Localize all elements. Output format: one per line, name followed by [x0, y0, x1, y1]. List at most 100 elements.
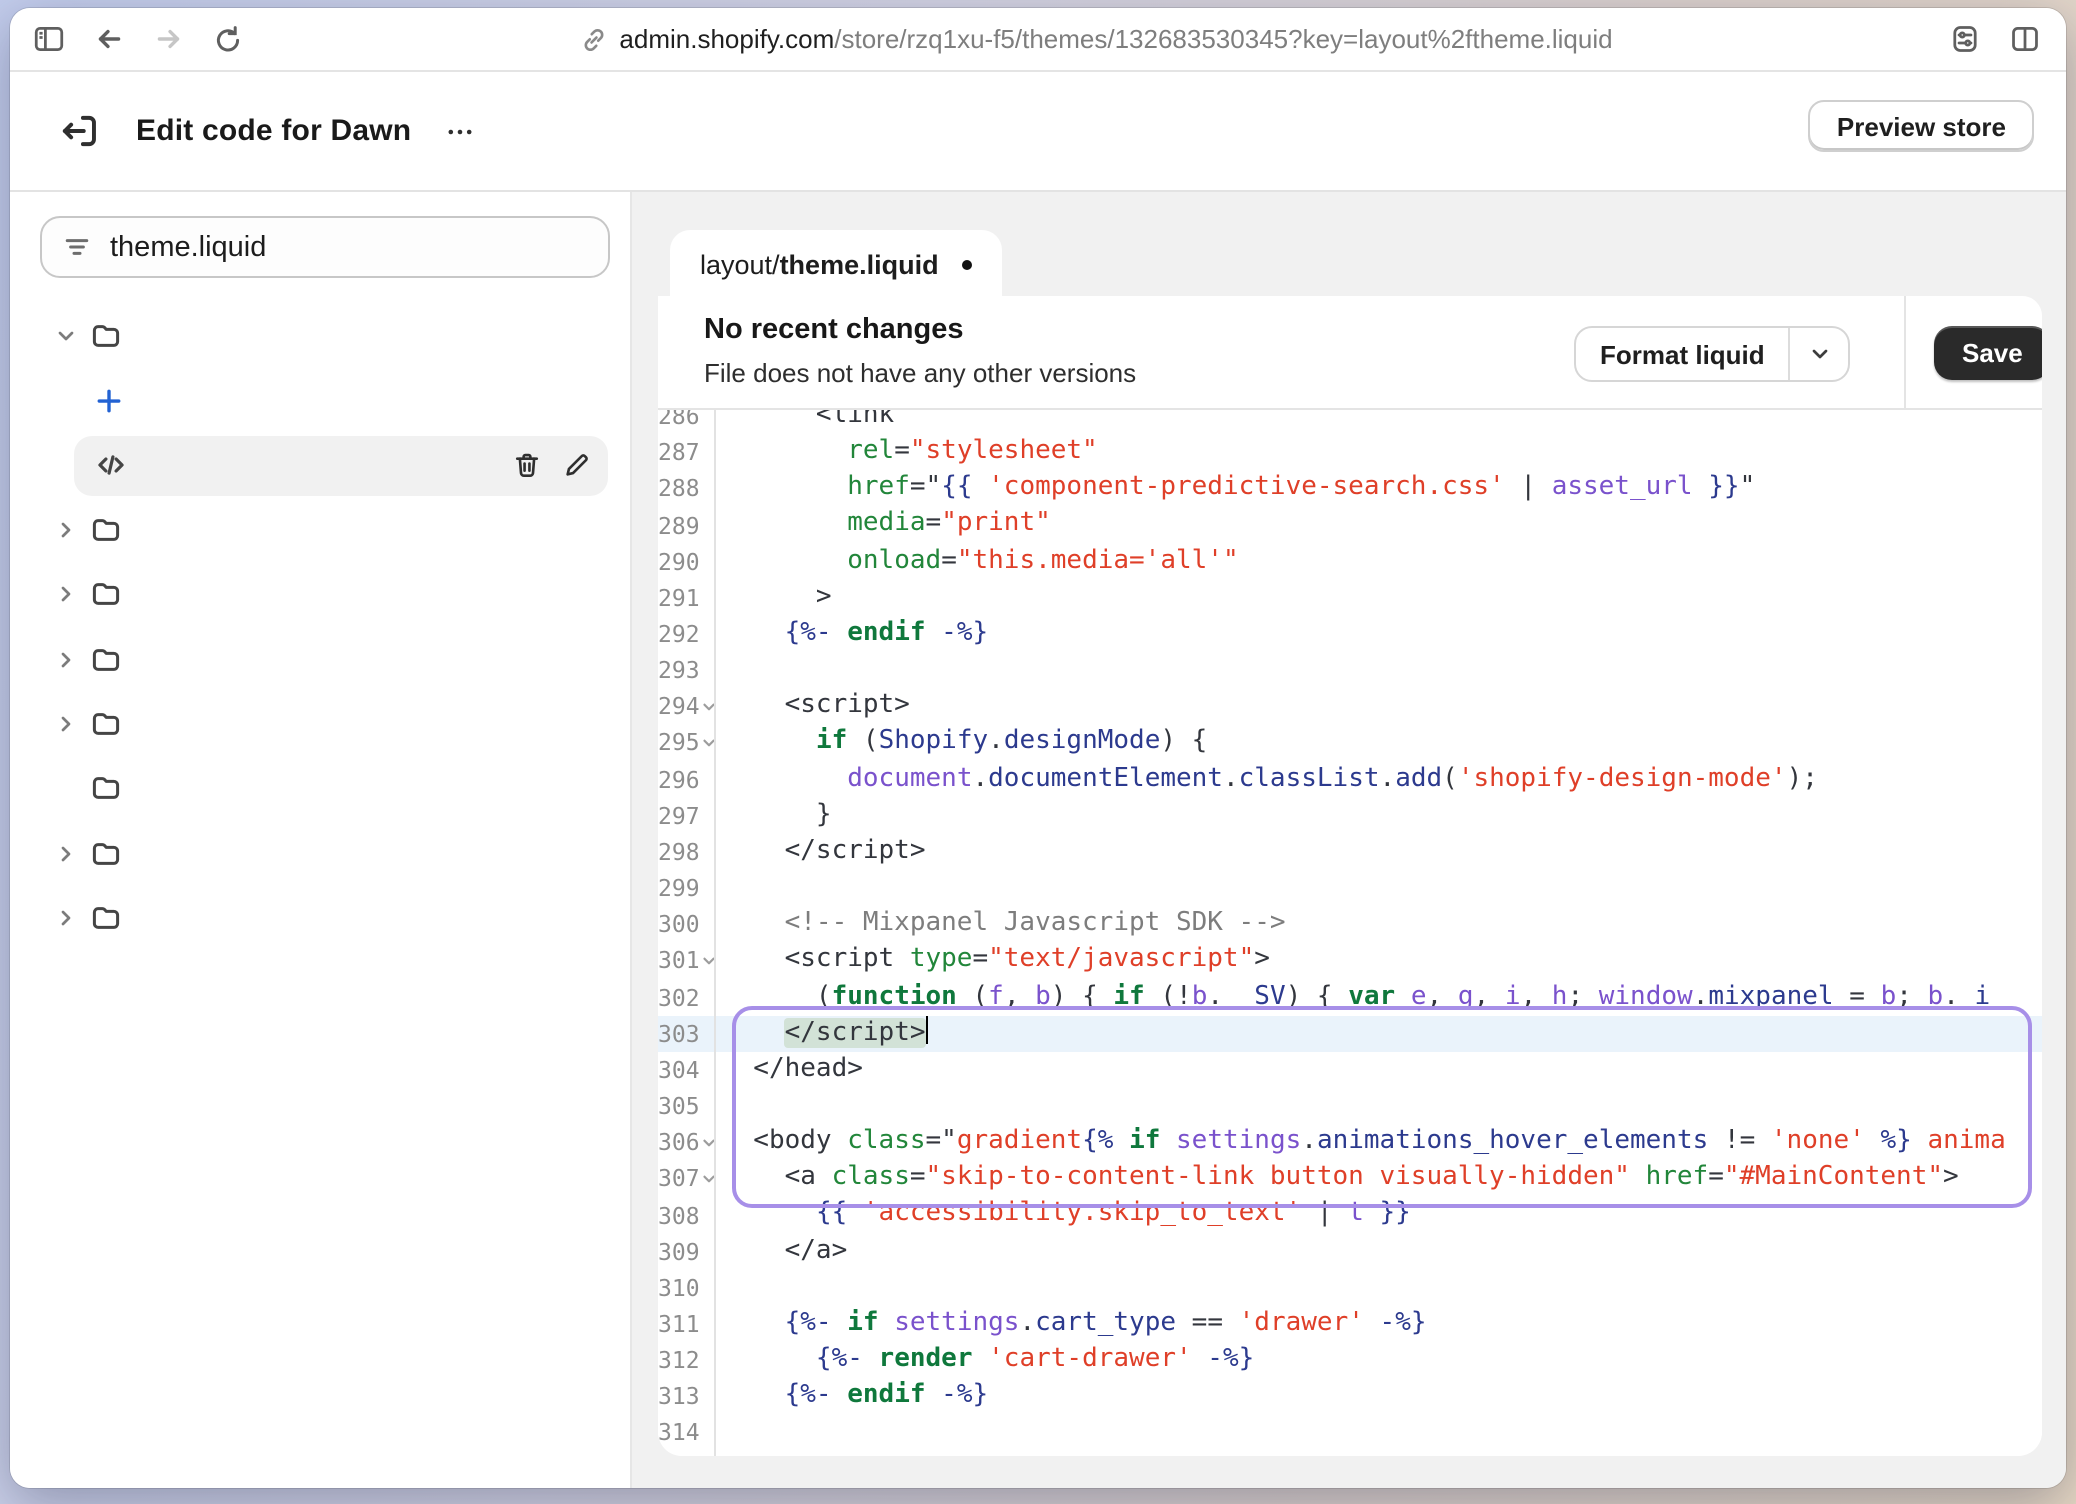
code-line-291[interactable]: 291 >	[658, 580, 2042, 616]
sidebar-item-assets[interactable]	[10, 821, 630, 886]
code-line-307[interactable]: 307 <a class="skip-to-content-link butto…	[658, 1161, 2042, 1197]
sidebar-item-blocks[interactable]	[10, 627, 630, 692]
extensions-icon[interactable]	[1938, 15, 1990, 63]
code-line-308[interactable]: 308 {{ 'accessibility.skip_to_text' | t …	[658, 1197, 2042, 1233]
code-line-294[interactable]: 294 <script>	[658, 689, 2042, 725]
chevron-right-icon[interactable]	[54, 906, 80, 930]
line-number: 313	[658, 1383, 700, 1411]
code-line-287[interactable]: 287 rel="stylesheet"	[658, 434, 2042, 470]
file-sidebar	[10, 192, 632, 1488]
code-line-290[interactable]: 290 onload="this.media='all'"	[658, 543, 2042, 579]
code-text: <script type="text/javascript">	[714, 943, 2042, 979]
save-button[interactable]: Save	[1934, 326, 2042, 380]
code-line-309[interactable]: 309 </a>	[658, 1233, 2042, 1269]
gutter: 293	[658, 652, 714, 688]
format-liquid-label[interactable]: Format liquid	[1576, 328, 1789, 380]
sidebar-toggle-icon[interactable]	[22, 15, 74, 63]
code-text: <script>	[714, 689, 2042, 725]
forward-icon[interactable]	[142, 15, 194, 63]
reload-icon[interactable]	[202, 15, 254, 63]
code-line-306[interactable]: 306 <body class="gradient{% if settings.…	[658, 1124, 2042, 1160]
preview-store-button[interactable]: Preview store	[1809, 100, 2034, 152]
code-line-313[interactable]: 313 {%- endif -%}	[658, 1378, 2042, 1414]
code-line-304[interactable]: 304 </head>	[658, 1052, 2042, 1088]
format-liquid-button[interactable]: Format liquid	[1574, 326, 1851, 382]
code-text: onload="this.media='all'"	[714, 543, 2042, 579]
code-line-310[interactable]: 310	[658, 1270, 2042, 1306]
fold-slot	[700, 1415, 714, 1451]
gutter: 288	[658, 471, 714, 507]
code-line-293[interactable]: 293	[658, 652, 2042, 688]
chevron-right-icon[interactable]	[54, 841, 80, 865]
code-text: {%- render 'cart-drawer' -%}	[714, 1342, 2042, 1378]
tab-theme-liquid[interactable]: layout/theme.liquid	[670, 230, 1003, 298]
code-text: href="{{ 'component-predictive-search.cs…	[714, 471, 2042, 507]
code-line-295[interactable]: 295 if (Shopify.designMode) {	[658, 725, 2042, 761]
sidebar-item-layout[interactable]	[10, 304, 630, 369]
line-number: 305	[658, 1092, 700, 1120]
code-line-297[interactable]: 297 }	[658, 797, 2042, 833]
fold-slot	[700, 507, 714, 543]
line-number: 310	[658, 1274, 700, 1302]
format-options-dropdown[interactable]	[1789, 328, 1849, 380]
code-line-299[interactable]: 299	[658, 870, 2042, 906]
chevron-right-icon[interactable]	[54, 583, 80, 607]
more-actions-icon[interactable]	[443, 115, 475, 147]
code-line-314[interactable]: 314	[658, 1415, 2042, 1451]
code-line-312[interactable]: 312 {%- render 'cart-drawer' -%}	[658, 1342, 2042, 1378]
chevron-down-icon	[1808, 342, 1832, 366]
search-input[interactable]	[110, 231, 588, 263]
rename-file-icon[interactable]	[562, 450, 592, 480]
code-line-301[interactable]: 301 <script type="text/javascript">	[658, 943, 2042, 979]
code-text: (function (f, b) { if (!b.__SV) { var e,…	[714, 979, 2042, 1015]
folder-icon	[90, 579, 122, 611]
chevron-down-icon[interactable]	[54, 324, 80, 348]
code-line-286[interactable]: 286 <link	[658, 410, 2042, 434]
sidebar-item-config[interactable]	[10, 756, 630, 821]
code-text	[714, 870, 2042, 906]
fold-slot	[700, 1197, 714, 1233]
code-line-298[interactable]: 298 </script>	[658, 834, 2042, 870]
sidebar-item-sections[interactable]	[10, 562, 630, 627]
sidebar-item-snippets[interactable]	[10, 692, 630, 757]
chevron-right-icon[interactable]	[54, 647, 80, 671]
code-text: {%- endif -%}	[714, 616, 2042, 652]
back-icon[interactable]	[82, 15, 134, 63]
sidebar-item-add-layout[interactable]	[10, 369, 630, 434]
link-icon	[579, 25, 607, 53]
code-editor[interactable]: 286 <link 287 rel="stylesheet" 288 href=…	[658, 410, 2042, 1456]
code-line-302[interactable]: 302 (function (f, b) { if (!b.__SV) { va…	[658, 979, 2042, 1015]
chevron-right-icon[interactable]	[54, 712, 80, 736]
delete-file-icon[interactable]	[512, 450, 542, 480]
line-number: 298	[658, 838, 700, 866]
sidebar-item-templates[interactable]	[10, 498, 630, 563]
line-number: 312	[658, 1346, 700, 1374]
gutter: 299	[658, 870, 714, 906]
editor-area: layout/theme.liquid No recent changes Fi…	[632, 192, 2066, 1488]
line-number: 309	[658, 1237, 700, 1265]
code-line-296[interactable]: 296 document.documentElement.classList.a…	[658, 761, 2042, 797]
code-line-305[interactable]: 305	[658, 1088, 2042, 1124]
code-text: <body class="gradient{% if settings.anim…	[714, 1124, 2042, 1160]
split-view-icon[interactable]	[1998, 15, 2050, 63]
chevron-right-icon[interactable]	[54, 518, 80, 542]
sidebar-item-theme-liquid[interactable]	[10, 433, 630, 498]
address-bar[interactable]: admin.shopify.com/store/rzq1xu-f5/themes…	[254, 24, 1938, 54]
sidebar-item-locales[interactable]	[10, 885, 630, 950]
line-number: 308	[658, 1201, 700, 1229]
code-line-292[interactable]: 292 {%- endif -%}	[658, 616, 2042, 652]
code-line-303[interactable]: 303 </script>	[658, 1015, 2042, 1051]
app-header: Edit code for Dawn Preview store	[10, 72, 2066, 192]
exit-code-editor-icon[interactable]	[58, 110, 100, 152]
url-domain: admin.shopify.com	[619, 24, 834, 54]
line-number: 296	[658, 765, 700, 793]
page-title: Edit code for Dawn	[136, 114, 411, 148]
fold-slot	[700, 979, 714, 1015]
header-divider	[1904, 296, 1906, 408]
code-line-311[interactable]: 311 {%- if settings.cart_type == 'drawer…	[658, 1306, 2042, 1342]
code-line-300[interactable]: 300 <!-- Mixpanel Javascript SDK -->	[658, 906, 2042, 942]
file-search[interactable]	[40, 216, 610, 278]
line-number: 306	[658, 1128, 700, 1156]
code-line-288[interactable]: 288 href="{{ 'component-predictive-searc…	[658, 471, 2042, 507]
code-line-289[interactable]: 289 media="print"	[658, 507, 2042, 543]
